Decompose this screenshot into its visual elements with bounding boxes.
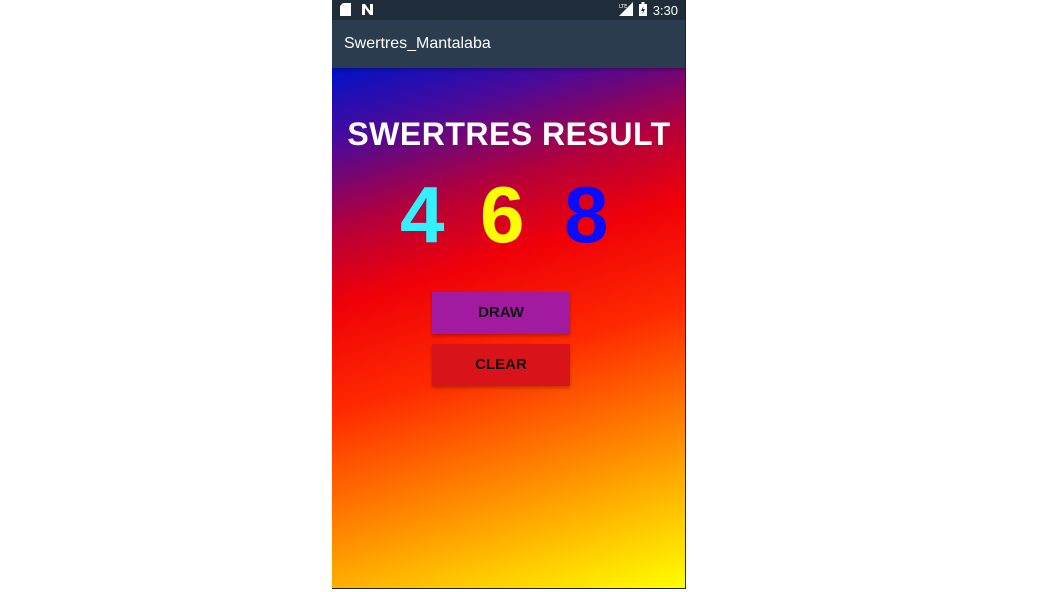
- main-content: SWERTRES RESULT 4 6 8 DRAW CLEAR: [332, 68, 685, 588]
- status-right-icons: LTE 3:30: [618, 2, 678, 19]
- status-left-icons: [340, 3, 374, 19]
- sd-card-icon: [340, 3, 351, 19]
- n-notification-icon: [361, 3, 374, 19]
- status-clock: 3:30: [652, 2, 678, 18]
- result-digit-2: 6: [480, 170, 525, 259]
- result-heading: SWERTRES RESULT: [347, 116, 671, 152]
- draw-button[interactable]: DRAW: [432, 292, 570, 334]
- svg-text:LTE: LTE: [619, 4, 627, 10]
- app-title: Swertres_Mantalaba: [344, 35, 491, 52]
- lte-signal-icon: LTE: [618, 2, 633, 19]
- result-digit-1: 4: [400, 170, 445, 259]
- phone-screen: LTE 3:30 Swertres_Mantalaba SWERTRES RES…: [332, 0, 686, 589]
- app-bar: Swertres_Mantalaba: [332, 20, 685, 68]
- status-bar: LTE 3:30: [332, 0, 685, 20]
- result-digit-3: 8: [564, 170, 609, 259]
- battery-icon: [638, 2, 647, 19]
- clear-button[interactable]: CLEAR: [432, 344, 570, 386]
